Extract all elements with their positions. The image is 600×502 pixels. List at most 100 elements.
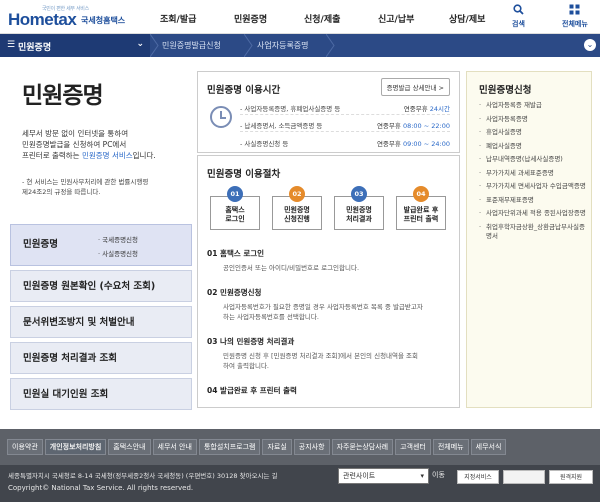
footer-link-library[interactable]: 자료실: [262, 439, 292, 455]
footer-link-office[interactable]: 세무서 안내: [152, 439, 197, 455]
gnb-certificates[interactable]: 민원증명: [234, 12, 267, 25]
hours-row-time: 09:00 ~ 24:00: [402, 140, 450, 148]
footer-link-privacy[interactable]: 개인정보처리방침: [44, 439, 107, 455]
location-nav: ☰ 민원증명 ⌄ 민원증명발급신청 사업자등록증명 ⌄: [0, 34, 600, 57]
side-menu-waiting-count[interactable]: 민원실 대기인원 조회: [10, 378, 192, 410]
step-label-line1: 민원증명: [284, 206, 310, 214]
side-menu-certificates[interactable]: 민원증명 · 국세증명신청 · 사실증명신청: [10, 224, 192, 266]
footer-links-bar: 이용약관 개인정보처리방침 홈택스안내 세무서 안내 통합설치프로그램 자료실 …: [0, 429, 600, 465]
detail-guide-button[interactable]: 증명발급 상세안내 >: [380, 78, 450, 96]
breadcrumb-current[interactable]: 사업자등록증명: [257, 40, 309, 51]
intro-desc-line3: 프린터로 출력하는: [22, 151, 82, 160]
nav-section-dropdown[interactable]: ☰ 민원증명 ⌄: [0, 34, 150, 57]
hours-row-value: 연중무휴 08:00 ~ 22:00: [377, 120, 450, 130]
gnb-application[interactable]: 신청/제출: [304, 12, 340, 25]
certificate-application-panel: 민원증명신청 사업자등록증 재발급 사업자등록증명 휴업사실증명 폐업사실증명 …: [466, 71, 592, 408]
intro-desc-line2: 민원증명발급을 신청하여 PC에서: [22, 140, 127, 149]
remote-support-button[interactable]: 원격지원: [549, 470, 593, 484]
gnb-filing[interactable]: 신고/납부: [378, 12, 414, 25]
footer-link-forms[interactable]: 세무서식: [470, 439, 507, 455]
hometax-logo[interactable]: 국민이 편한 세무 서비스 Hometax 국세청홈택스: [8, 5, 128, 31]
footer-link-install[interactable]: 통합설치프로그램: [198, 439, 261, 455]
procedure-step: 01 홈택스 로그인: [210, 186, 260, 230]
hours-row-time: 24시간: [429, 105, 450, 113]
step-number-badge: 01: [227, 186, 243, 202]
logo-wordmark: Hometax: [8, 10, 77, 29]
nav-section-label: 민원증명: [18, 43, 52, 53]
intro-section: 민원증명 세무서 방문 없이 인터넷을 통하여 민원증명발급을 신청하여 PC에…: [10, 68, 190, 197]
gnb-inquiry[interactable]: 조회/발급: [160, 12, 196, 25]
procedure-item-desc: 민원증명 신청 후 [민원증명 처리결과 조회]에서 본인의 신청내역을 조회 하…: [223, 351, 452, 371]
procedure-desc-line1: 공인인증서 또는 아이디/비밀번호로 로그인합니다.: [223, 264, 360, 272]
procedure-step: 03 민원증명 처리결과: [334, 186, 384, 230]
grid-icon: [562, 4, 588, 17]
submenu-tax-certificate[interactable]: · 국세증명신청: [98, 233, 138, 247]
procedure-item: 03 나의 민원증명 처리결과 민원증명 신청 후 [민원증명 처리결과 조회]…: [207, 336, 452, 371]
hours-row-prefix: 연중무휴: [376, 140, 403, 148]
chevron-down-icon: ▾: [420, 472, 424, 480]
procedure-desc-line2: 하는 사업자등록번호를 선택합니다.: [223, 313, 319, 321]
search-label: 검색: [512, 20, 525, 28]
breadcrumb-separator-icon: [150, 34, 159, 57]
application-link[interactable]: 사업자단위과세 적용 종된사업장증명: [479, 209, 587, 218]
footer-copyright: Copyright© National Tax Service. All rig…: [8, 484, 194, 492]
procedure-item-title: 02 민원증명신청: [207, 288, 262, 297]
application-link[interactable]: 취업후학자금상환_상환금납부사실증명서: [479, 223, 587, 241]
go-button[interactable]: 이동: [432, 470, 445, 480]
side-menu-original-check[interactable]: 민원증명 원본확인 (수요처 조회): [10, 270, 192, 302]
application-link[interactable]: 납부내역증명(납세사실증명): [479, 155, 587, 164]
footer-info: 세종특별자치시 국세청로 8-14 국세청(정부세종2청사 국세청동) (우편번…: [0, 465, 600, 502]
all-menu-button[interactable]: 전체메뉴: [562, 4, 588, 29]
footer-link-notice[interactable]: 공지사항: [293, 439, 330, 455]
intro-description: 세무서 방문 없이 인터넷을 통하여 민원증명발급을 신청하여 PC에서 프린터…: [22, 128, 190, 161]
hours-row-label: - 납세증명서, 소득금액증명 등: [240, 122, 323, 130]
intro-desc-highlight: 민원증명 서비스: [81, 151, 133, 160]
logo-korean: 국세청홈택스: [81, 16, 126, 25]
procedure-step: 02 민원증명 신청진행: [272, 186, 322, 230]
application-link[interactable]: 휴업사실증명: [479, 128, 587, 137]
hours-row-prefix: 연중무휴: [403, 105, 430, 113]
service-hours-title: 민원증명 이용시간: [207, 85, 281, 96]
procedure-item-title: 03 나의 민원증명 처리결과: [207, 337, 295, 346]
search-button[interactable]: 검색: [512, 4, 525, 29]
clock-icon: [210, 106, 232, 128]
intro-desc-line1: 세무서 방문 없이 인터넷을 통하여: [22, 129, 129, 138]
hours-row-time: 08:00 ~ 22:00: [402, 122, 450, 130]
related-sites-select[interactable]: 관련사이트 ▾: [338, 468, 429, 484]
procedure-item-title: 01 홈택스 로그인: [207, 249, 265, 258]
footer-link-all-menu[interactable]: 전체메뉴: [432, 439, 469, 455]
chevron-down-icon: ⌄: [586, 40, 594, 49]
application-link[interactable]: 사업자등록증명: [479, 115, 587, 124]
application-link[interactable]: 사업자등록증 재발급: [479, 101, 587, 110]
hours-row-prefix: 연중무휴: [376, 122, 403, 130]
footer-links: 이용약관 개인정보처리방침 홈택스안내 세무서 안내 통합설치프로그램 자료실 …: [7, 439, 508, 455]
certification-badge[interactable]: [503, 470, 545, 484]
side-menu-process-result[interactable]: 민원증명 처리결과 조회: [10, 342, 192, 374]
hours-row-value: 연중무휴 09:00 ~ 24:00: [377, 138, 450, 148]
breadcrumb-separator-icon: [326, 34, 335, 57]
breadcrumb-apply[interactable]: 민원증명발급신청: [162, 40, 221, 51]
procedure-item-title: 04 발급완료 후 프린터 출력: [207, 386, 297, 395]
hours-row-label: - 사업자등록증명, 휴폐업사실증명 등: [240, 105, 341, 113]
side-menu-certificates-label: 민원증명: [23, 239, 58, 250]
side-menu: 민원증명 · 국세증명신청 · 사실증명신청 민원증명 원본확인 (수요처 조회…: [10, 224, 192, 414]
footer-link-guide[interactable]: 홈택스안내: [108, 439, 151, 455]
procedure-step: 04 발급완료 후 프린터 출력: [396, 186, 446, 230]
procedure-title: 민원증명 이용절차: [207, 169, 281, 180]
application-link[interactable]: 부가가치세 과세표준증명: [479, 169, 587, 178]
application-link[interactable]: 표준재무제표증명: [479, 196, 587, 205]
gnb-consult[interactable]: 상담/제보: [449, 12, 485, 25]
procedure-item: 02 민원증명신청 사업자등록번호가 필요한 증명일 경우 사업자등록번호 목록…: [207, 287, 452, 322]
footer-link-faq[interactable]: 자주묻는상담사례: [331, 439, 394, 455]
footer-link-help-center[interactable]: 고객센터: [395, 439, 431, 455]
step-label-line2: 프린터 출력: [403, 215, 439, 223]
all-menu-label: 전체메뉴: [562, 20, 588, 28]
footer-link-terms[interactable]: 이용약관: [7, 439, 43, 455]
designated-service-badge[interactable]: 지정서비스: [457, 470, 499, 484]
chevron-down-icon: ⌄: [136, 39, 144, 49]
application-link[interactable]: 부가가치세 면세사업자 수입금액증명: [479, 182, 587, 191]
nav-more-button[interactable]: ⌄: [584, 39, 596, 51]
application-link[interactable]: 폐업사실증명: [479, 142, 587, 151]
submenu-fact-certificate[interactable]: · 사실증명신청: [98, 247, 138, 261]
side-menu-forgery-guide[interactable]: 문서위변조방지 및 처벌안내: [10, 306, 192, 338]
